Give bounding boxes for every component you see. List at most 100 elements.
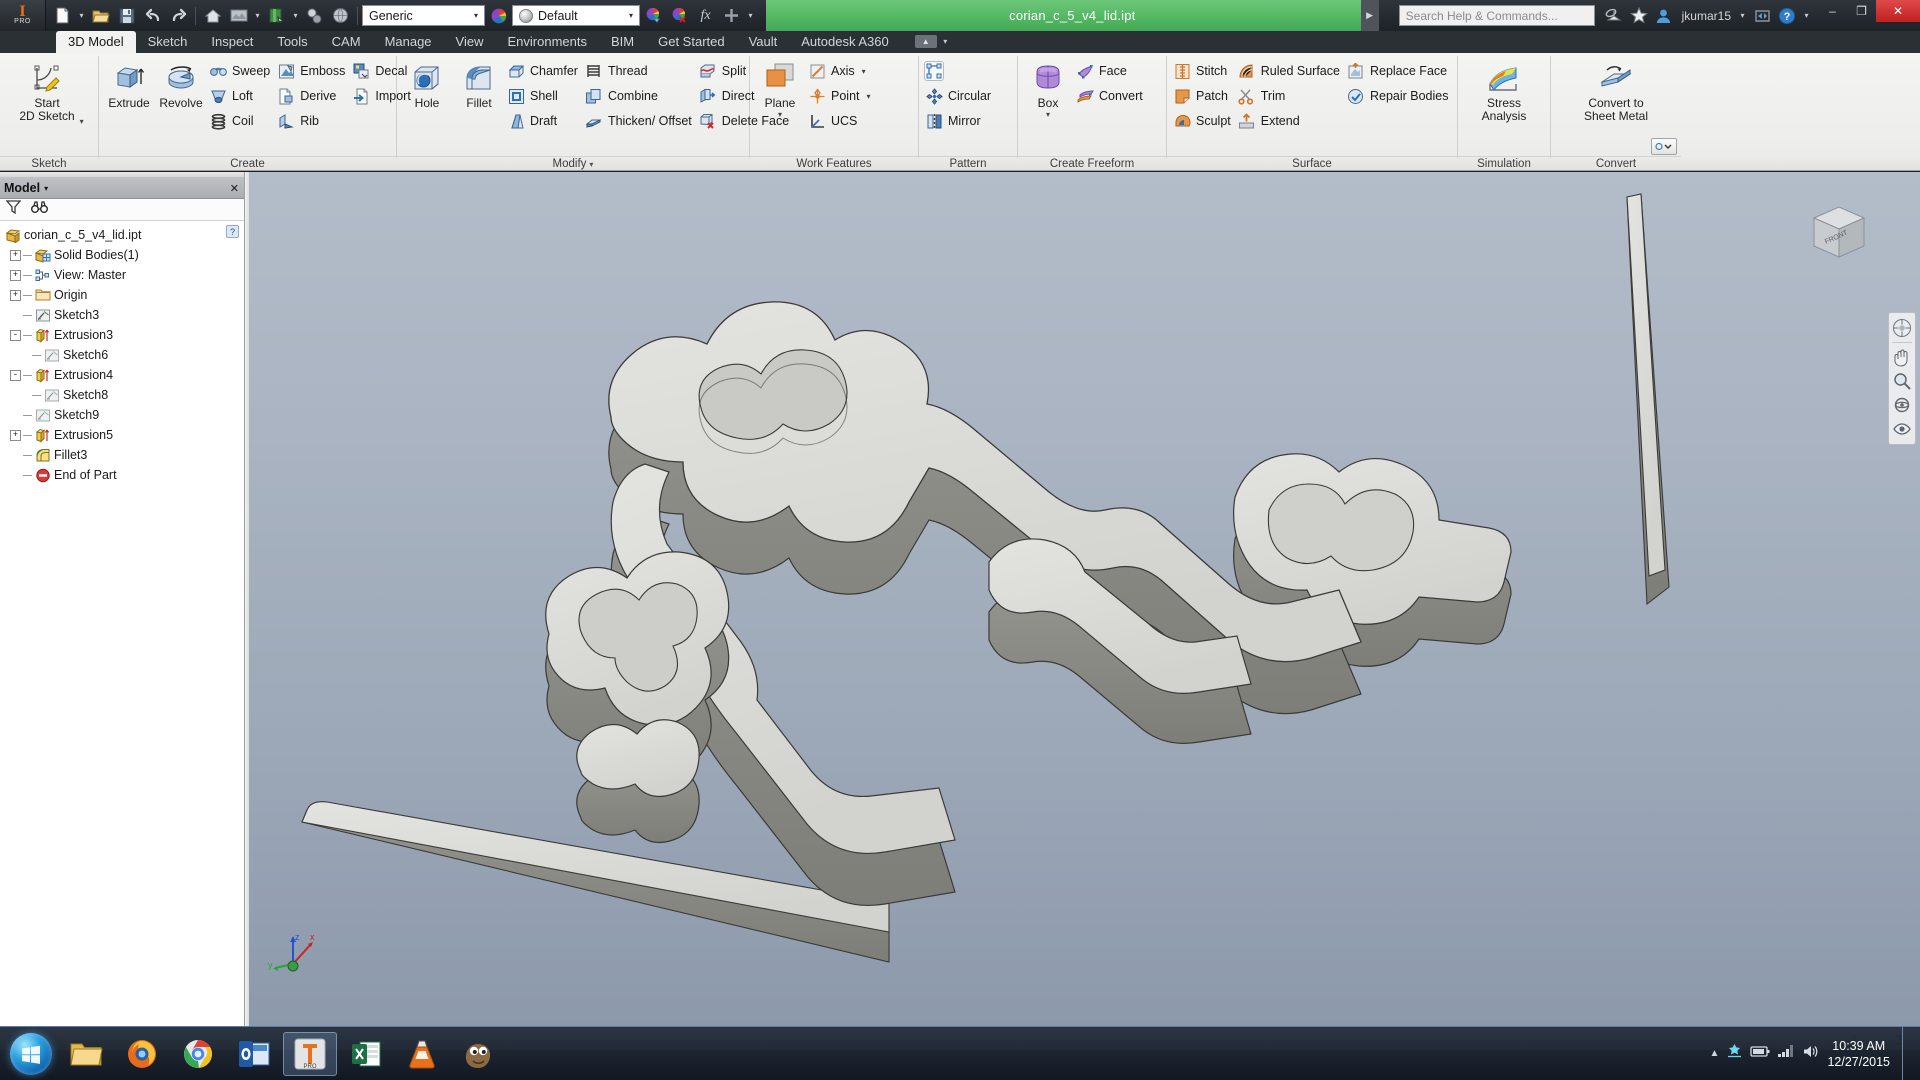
help-icon[interactable]: ?: [1776, 5, 1798, 27]
thread-button[interactable]: Thread: [583, 59, 697, 83]
taskbar-windows-explorer[interactable]: [59, 1032, 113, 1076]
convert-to-sheet-metal-button[interactable]: Convert to Sheet Metal: [1579, 58, 1653, 123]
taskbar-chrome[interactable]: [171, 1032, 225, 1076]
view-cube[interactable]: FRONT: [1800, 194, 1878, 272]
plane-dropdown-icon[interactable]: ▾: [778, 110, 782, 119]
plane-button[interactable]: Plane ▾: [754, 58, 806, 119]
replace-face-button[interactable]: Replace Face: [1345, 59, 1454, 83]
tree-item-sketch3[interactable]: Sketch3: [4, 305, 244, 325]
application-menu-button[interactable]: I PRO: [0, 0, 46, 31]
tree-item-extrusion5[interactable]: + Extrusion5: [4, 425, 244, 445]
material-combo[interactable]: Generic ▾: [362, 5, 485, 26]
tab-manage[interactable]: Manage: [373, 31, 444, 53]
tree-item-part-file[interactable]: corian_c_5_v4_lid.ipt: [4, 225, 244, 245]
tab-inspect[interactable]: Inspect: [199, 31, 265, 53]
chevron-down-icon[interactable]: ▾: [589, 160, 593, 169]
action-center-icon[interactable]: [1726, 1043, 1743, 1065]
open-file-button[interactable]: [88, 4, 113, 28]
start-2d-sketch-button[interactable]: Start 2D Sketch: [14, 58, 79, 123]
tree-expander-minus[interactable]: -: [10, 330, 21, 341]
ribbon-minimize-icon[interactable]: ▲: [915, 35, 937, 48]
taskbar-vlc[interactable]: [395, 1032, 449, 1076]
fillet-button[interactable]: Fillet: [453, 58, 505, 110]
ribbon-options-chevron-icon[interactable]: ▾: [940, 29, 951, 53]
adjust-appearance-button[interactable]: [641, 4, 666, 28]
derive-button[interactable]: Derive: [275, 84, 350, 108]
tree-expander-minus[interactable]: -: [10, 370, 21, 381]
tree-item-origin[interactable]: + Origin: [4, 285, 244, 305]
browser-close-icon[interactable]: ✕: [230, 182, 239, 195]
appearance-gallery-button[interactable]: [226, 4, 251, 28]
panel-overflow-button[interactable]: [1651, 138, 1677, 155]
ribbon-display-options[interactable]: ▲ ▾: [915, 29, 951, 53]
combine-button[interactable]: Combine: [583, 84, 697, 108]
clear-appearance-button[interactable]: [667, 4, 692, 28]
tab-sketch[interactable]: Sketch: [136, 31, 200, 53]
user-menu-chevron-icon[interactable]: ▾: [1737, 4, 1748, 28]
extend-button[interactable]: Extend: [1236, 109, 1345, 133]
draft-button[interactable]: Draft: [505, 109, 583, 133]
tree-item-solid-bodies[interactable]: + Solid Bodies(1): [4, 245, 244, 265]
tree-expander-plus[interactable]: +: [10, 430, 21, 441]
home-view-button[interactable]: [200, 4, 225, 28]
sculpt-button[interactable]: Sculpt: [1171, 109, 1236, 133]
zoom-magnifier-icon[interactable]: [1890, 369, 1914, 393]
close-button[interactable]: ✕: [1876, 0, 1920, 22]
favorites-star-icon[interactable]: [1628, 5, 1650, 27]
start-sketch-dropdown-icon[interactable]: ▾: [80, 117, 84, 126]
box-dropdown-icon[interactable]: ▾: [1046, 110, 1050, 119]
patch-button[interactable]: Patch: [1171, 84, 1236, 108]
return-dropdown-icon[interactable]: ▾: [290, 4, 301, 28]
taskbar-outlook[interactable]: [227, 1032, 281, 1076]
find-binoculars-icon[interactable]: [31, 200, 48, 219]
loft-button[interactable]: Loft: [207, 84, 275, 108]
save-file-button[interactable]: [114, 4, 139, 28]
appearance-combo[interactable]: Default ▾: [512, 5, 640, 26]
ucs-button[interactable]: UCS: [806, 109, 876, 133]
taskbar-excel[interactable]: [339, 1032, 393, 1076]
new-file-dropdown-icon[interactable]: ▾: [76, 4, 87, 28]
repair-bodies-button[interactable]: Repair Bodies: [1345, 84, 1454, 108]
full-navigation-wheel-icon[interactable]: [1890, 316, 1914, 340]
material-browser-button[interactable]: [328, 4, 353, 28]
coil-button[interactable]: Coil: [207, 109, 275, 133]
appearance-dropdown-icon[interactable]: ▾: [252, 4, 263, 28]
autodesk-360-icon[interactable]: [1603, 5, 1625, 27]
tab-vault[interactable]: Vault: [737, 31, 790, 53]
restore-button[interactable]: ❐: [1847, 0, 1876, 22]
pan-hand-icon[interactable]: [1890, 345, 1914, 369]
exchange-apps-icon[interactable]: [1751, 5, 1773, 27]
parameters-fx-button[interactable]: fx: [693, 4, 718, 28]
stitch-button[interactable]: Stitch: [1171, 59, 1236, 83]
tab-autodesk-a360[interactable]: Autodesk A360: [789, 31, 900, 53]
browser-help-button[interactable]: ?: [226, 225, 239, 238]
revolve-button[interactable]: Revolve: [155, 58, 207, 110]
ruled-surface-button[interactable]: Ruled Surface: [1236, 59, 1345, 83]
point-dropdown-icon[interactable]: ▾: [867, 92, 871, 101]
tree-item-sketch9[interactable]: Sketch9: [4, 405, 244, 425]
return-to-parent-button[interactable]: [264, 4, 289, 28]
title-expand-icon[interactable]: ▶: [1361, 0, 1379, 31]
look-at-icon[interactable]: [1890, 417, 1914, 441]
freeform-box-button[interactable]: Box ▾: [1022, 58, 1074, 119]
tree-item-extrusion4[interactable]: - Extrusion4: [4, 365, 244, 385]
tree-item-fillet3[interactable]: Fillet3: [4, 445, 244, 465]
extrude-button[interactable]: Extrude: [103, 58, 155, 110]
minimize-button[interactable]: –: [1818, 0, 1847, 22]
axis-dropdown-icon[interactable]: ▾: [862, 67, 866, 76]
circular-pattern-button[interactable]: Circular: [923, 84, 996, 108]
freeform-convert-button[interactable]: Convert: [1074, 84, 1148, 108]
start-button[interactable]: [4, 1029, 58, 1079]
tab-environments[interactable]: Environments: [496, 31, 599, 53]
tree-item-sketch8[interactable]: Sketch8: [4, 385, 244, 405]
tree-item-view-master[interactable]: + View: Master: [4, 265, 244, 285]
tab-view[interactable]: View: [444, 31, 496, 53]
trim-button[interactable]: Trim: [1236, 84, 1345, 108]
point-button[interactable]: Point ▾: [806, 84, 876, 108]
emboss-button[interactable]: Emboss: [275, 59, 350, 83]
tab-bim[interactable]: BIM: [599, 31, 646, 53]
taskbar-gimp[interactable]: [451, 1032, 505, 1076]
taskbar-clock[interactable]: 10:39 AM 12/27/2015: [1827, 1038, 1890, 1070]
tree-expander-plus[interactable]: +: [10, 250, 21, 261]
thicken-offset-button[interactable]: Thicken/ Offset: [583, 109, 697, 133]
